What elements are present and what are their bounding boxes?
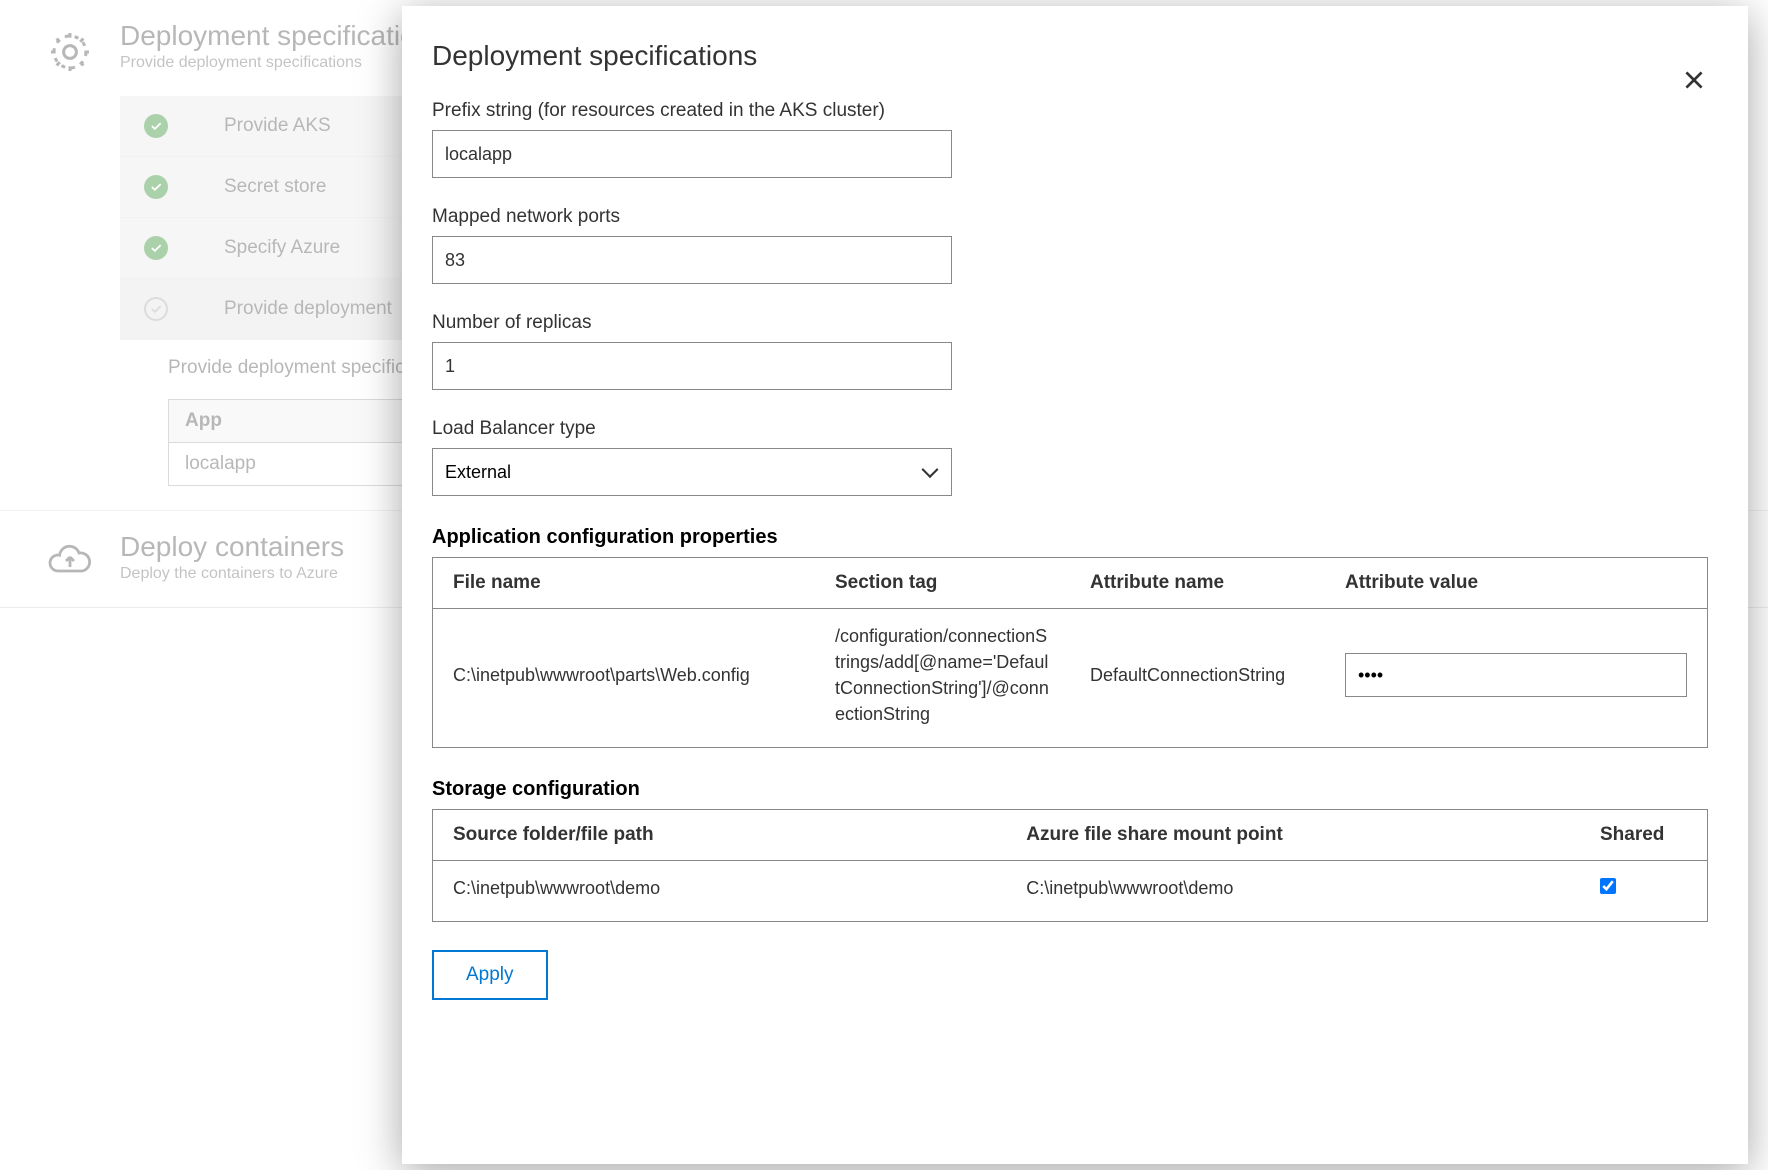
cell-src: C:\inetpub\wwwroot\demo — [433, 861, 1007, 922]
ports-label: Mapped network ports — [432, 206, 1708, 228]
col-mount: Azure file share mount point — [1006, 810, 1580, 861]
col-attr: Attribute name — [1070, 558, 1325, 609]
prefix-input[interactable] — [432, 130, 952, 178]
close-button[interactable] — [1676, 62, 1712, 98]
storage-table: Source folder/file path Azure file share… — [432, 809, 1708, 922]
shared-checkbox[interactable] — [1600, 878, 1616, 894]
cell-section: /configuration/connectionStrings/add[@na… — [815, 609, 1070, 748]
replicas-label: Number of replicas — [432, 312, 1708, 334]
cell-attr: DefaultConnectionString — [1070, 609, 1325, 748]
deployment-modal: Deployment specifications Prefix string … — [402, 6, 1748, 1164]
cell-file: C:\inetpub\wwwroot\parts\Web.config — [433, 609, 816, 748]
table-row: C:\inetpub\wwwroot\parts\Web.config /con… — [433, 609, 1708, 748]
appconfig-table: File name Section tag Attribute name Att… — [432, 557, 1708, 748]
storage-title: Storage configuration — [432, 778, 1708, 801]
close-icon — [1681, 67, 1707, 93]
col-shared: Shared — [1580, 810, 1708, 861]
attr-value-input[interactable] — [1345, 653, 1687, 697]
col-section: Section tag — [815, 558, 1070, 609]
col-file: File name — [433, 558, 816, 609]
lb-label: Load Balancer type — [432, 418, 1708, 440]
col-src: Source folder/file path — [433, 810, 1007, 861]
col-val: Attribute value — [1325, 558, 1708, 609]
prefix-label: Prefix string (for resources created in … — [432, 100, 1708, 122]
replicas-input[interactable] — [432, 342, 952, 390]
appconfig-title: Application configuration properties — [432, 526, 1708, 549]
apply-button[interactable]: Apply — [432, 950, 548, 1000]
modal-title: Deployment specifications — [432, 40, 1708, 72]
table-row: C:\inetpub\wwwroot\demo C:\inetpub\wwwro… — [433, 861, 1708, 922]
ports-input[interactable] — [432, 236, 952, 284]
cell-mount: C:\inetpub\wwwroot\demo — [1006, 861, 1580, 922]
lb-select[interactable]: External — [432, 448, 952, 496]
